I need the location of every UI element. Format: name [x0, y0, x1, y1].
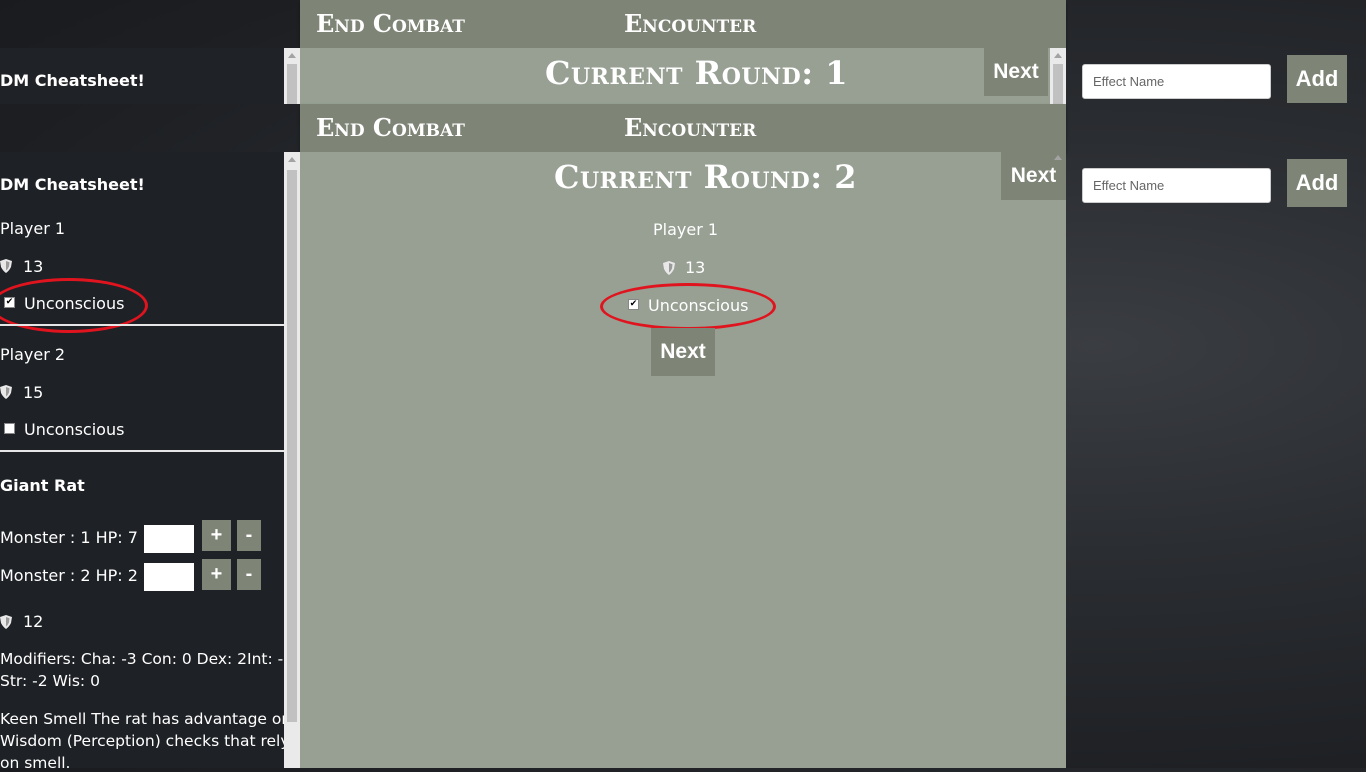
next-round-button[interactable]: Next	[984, 48, 1048, 96]
scroll-thumb[interactable]	[287, 64, 297, 104]
scroll-up-arrow[interactable]	[1054, 53, 1062, 58]
round-title: Current Round: 1	[545, 54, 848, 92]
add-effect-button[interactable]: Add	[1287, 55, 1347, 103]
armor-class-value: 12	[23, 612, 44, 631]
round-panel-1: Current Round: 1	[300, 48, 1050, 104]
scroll-thumb[interactable]	[287, 170, 297, 722]
effect-name-input[interactable]	[1082, 168, 1271, 203]
unconscious-label: Unconscious	[24, 420, 125, 439]
sidebar-title: DM Cheatsheet!	[0, 175, 145, 194]
divider	[0, 324, 284, 326]
armor-class-value: 13	[23, 257, 44, 276]
hp-plus-button[interactable]: +	[202, 559, 231, 590]
add-effect-button[interactable]: Add	[1287, 159, 1347, 207]
divider	[0, 450, 284, 452]
scroll-up-arrow[interactable]	[288, 53, 296, 58]
round-title: Current Round: 2	[554, 158, 857, 196]
armor-class-value: 15	[23, 383, 44, 402]
hp-change-input[interactable]	[144, 563, 194, 591]
encounter-link[interactable]: Encounter	[624, 9, 756, 38]
sidebar-scrollbar-2[interactable]	[284, 152, 300, 768]
shield-icon	[663, 261, 675, 275]
sidebar-title: DM Cheatsheet!	[0, 71, 145, 90]
scroll-up-arrow[interactable]	[288, 157, 296, 162]
trait-text: on smell.	[0, 754, 71, 772]
scroll-up-arrow[interactable]	[1054, 155, 1062, 160]
modifiers-text: Modifiers: Cha: -3 Con: 0 Dex: 2Int: -4	[0, 650, 294, 668]
encounter-link[interactable]: Encounter	[624, 113, 756, 142]
effect-name-input[interactable]	[1082, 64, 1271, 99]
sidebar-panel-1: DM Cheatsheet!	[0, 48, 284, 104]
main-scrollbar-1[interactable]	[1050, 48, 1066, 104]
monster-hp-label: Monster : 2 HP: 2	[0, 566, 138, 585]
top-bar: End Combat Encounter	[300, 0, 1066, 48]
player-name: Player 1	[0, 219, 66, 238]
scroll-thumb[interactable]	[1053, 64, 1063, 104]
hp-minus-button[interactable]: -	[237, 520, 261, 551]
next-turn-button[interactable]: Next	[651, 328, 715, 376]
hp-minus-button[interactable]: -	[237, 559, 261, 590]
end-combat-link[interactable]: End Combat	[316, 113, 465, 142]
main-scrollbar-2[interactable]	[1050, 152, 1066, 200]
sidebar-panel-2: DM Cheatsheet! Player 1 13 ✔ Unconscious…	[0, 152, 293, 772]
trait-text: Keen Smell The rat has advantage on	[0, 710, 292, 728]
monster-group-name: Giant Rat	[0, 476, 85, 495]
hp-change-input[interactable]	[144, 525, 194, 553]
unconscious-checkbox[interactable]	[4, 423, 15, 434]
armor-class-value: 13	[685, 258, 706, 277]
current-player-name: Player 1	[653, 220, 719, 239]
shield-icon	[0, 259, 12, 273]
monster-hp-label: Monster : 1 HP: 7	[0, 528, 138, 547]
modifiers-text: Str: -2 Wis: 0	[0, 672, 100, 690]
hp-plus-button[interactable]: +	[202, 520, 231, 551]
highlight-oval	[600, 283, 776, 330]
top-bar: End Combat Encounter	[300, 104, 1066, 152]
shield-icon	[0, 385, 12, 399]
end-combat-link[interactable]: End Combat	[316, 9, 465, 38]
round-panel-2: Current Round: 2 Player 1 13 ✔ Unconscio…	[300, 152, 1066, 768]
shield-icon	[0, 615, 12, 629]
player-name: Player 2	[0, 345, 66, 364]
trait-text: Wisdom (Perception) checks that rely	[0, 732, 290, 750]
sidebar-scrollbar-1[interactable]	[284, 48, 300, 104]
